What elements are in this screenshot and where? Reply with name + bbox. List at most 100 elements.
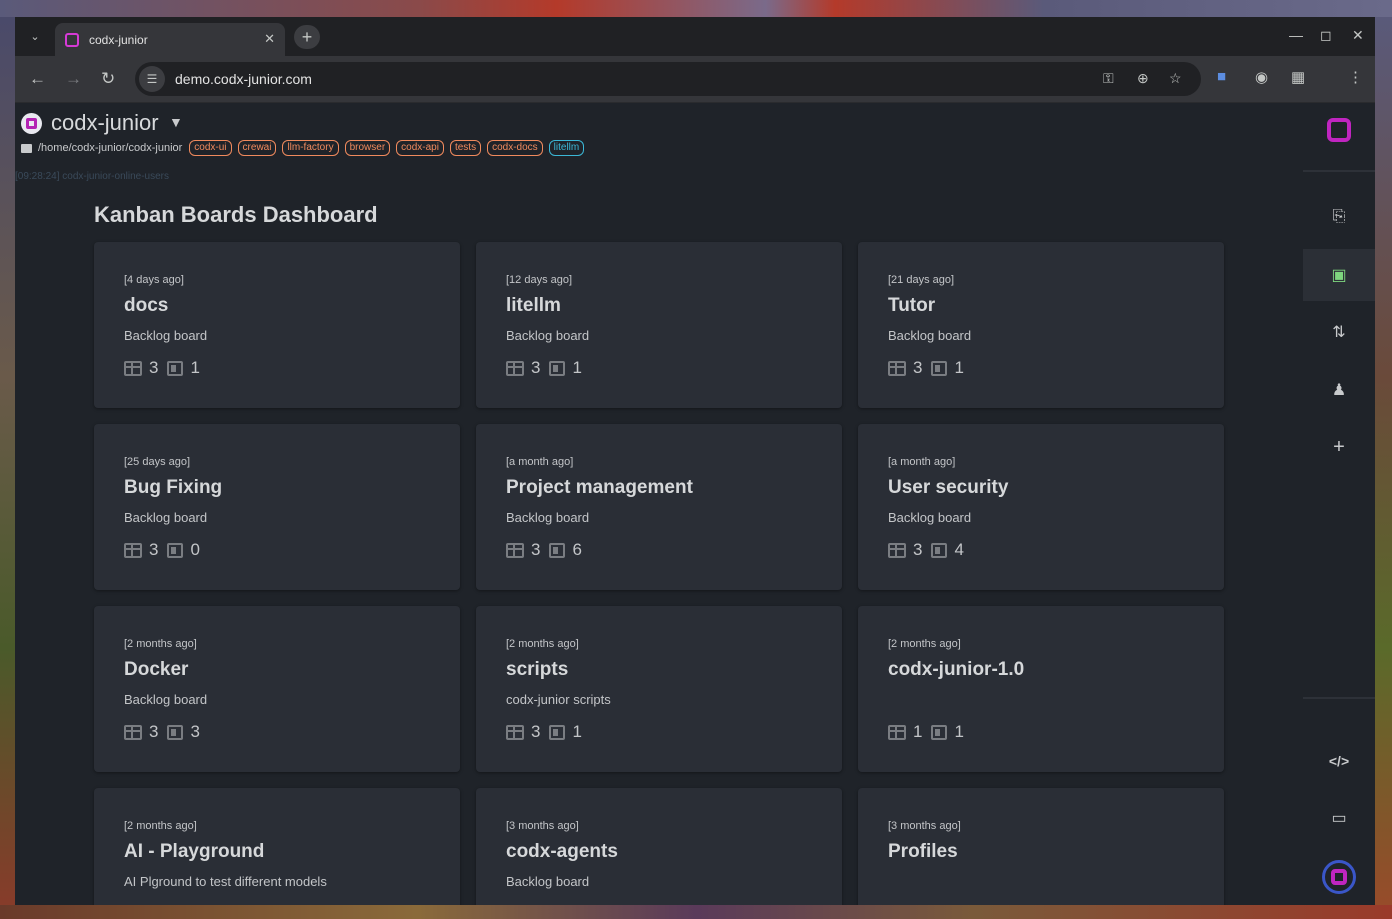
project-tag-info[interactable]: litellm bbox=[548, 140, 585, 156]
sidebar-item-add[interactable]: + bbox=[1303, 421, 1375, 473]
project-tag[interactable]: codx-docs bbox=[487, 140, 543, 156]
board-stats: 31 bbox=[124, 358, 209, 378]
app-logo-icon[interactable] bbox=[1327, 118, 1351, 142]
project-path[interactable]: /home/codx-junior/codx-junior bbox=[38, 142, 182, 154]
project-tag[interactable]: codx-api bbox=[396, 140, 444, 156]
column-count: 1 bbox=[913, 722, 923, 741]
chevron-down-icon[interactable]: ▼ bbox=[169, 114, 183, 130]
board-card[interactable]: [4 days ago] docs Backlog board 3 1 bbox=[94, 242, 460, 408]
project-path-row: /home/codx-junior/codx-junior codx-ui cr… bbox=[21, 140, 585, 156]
tasks-icon bbox=[549, 542, 566, 558]
task-count: 1 bbox=[954, 722, 964, 741]
sidebar-item-git[interactable]: ⇅ bbox=[1303, 306, 1375, 358]
columns-icon bbox=[124, 542, 142, 558]
board-title[interactable]: docs bbox=[124, 295, 168, 317]
column-count: 3 bbox=[913, 540, 923, 559]
desktop-wallpaper-bottom bbox=[0, 905, 1392, 919]
project-logo[interactable] bbox=[21, 113, 42, 134]
board-title[interactable]: scripts bbox=[506, 659, 568, 681]
board-title[interactable]: codx-agents bbox=[506, 841, 618, 863]
board-title[interactable]: AI - Playground bbox=[124, 841, 264, 863]
close-tab-icon[interactable]: ✕ bbox=[264, 31, 275, 47]
board-card[interactable]: [2 months ago] AI - Playground AI Plground… bbox=[94, 788, 460, 905]
bookmark-star-icon[interactable]: ☆ bbox=[1169, 70, 1182, 87]
task-count: 1 bbox=[572, 722, 582, 741]
board-card[interactable]: [12 days ago] litellm Backlog board 3 1 bbox=[476, 242, 842, 408]
monitor-icon: ▭ bbox=[1331, 810, 1347, 827]
board-date: [25 days ago] bbox=[124, 456, 191, 468]
board-card[interactable]: [a month ago] User security Backlog board 3… bbox=[858, 424, 1224, 590]
sidebar-item-kanban[interactable]: ▣ bbox=[1303, 249, 1375, 301]
board-card[interactable]: [21 days ago] Tutor Backlog board 3 1 bbox=[858, 242, 1224, 408]
board-card[interactable]: [2 months ago] codx-junior-1.0 1 1 bbox=[858, 606, 1224, 772]
sidebar-divider bbox=[1303, 170, 1375, 172]
board-stats: 31 bbox=[888, 358, 973, 378]
project-tag[interactable]: crewai bbox=[237, 140, 277, 156]
tab-search-icon[interactable]: ⌄ bbox=[25, 26, 45, 46]
translate-extension-icon[interactable]: ■ bbox=[1217, 68, 1226, 85]
sidebar-item-users[interactable]: ♟ bbox=[1303, 364, 1375, 416]
board-title[interactable]: litellm bbox=[506, 295, 561, 317]
sidebar-item-monitor[interactable]: ▭ bbox=[1303, 792, 1375, 844]
project-name[interactable]: codx-junior bbox=[51, 110, 159, 136]
board-title[interactable]: Project management bbox=[506, 477, 693, 499]
tasks-icon bbox=[549, 360, 566, 376]
app-page: codx-junior ▼ /home/codx-junior/codx-jun… bbox=[15, 103, 1375, 905]
columns-icon bbox=[888, 724, 906, 740]
zoom-icon[interactable]: ⊕ bbox=[1137, 70, 1149, 87]
menu-kebab-icon[interactable]: ⋮ bbox=[1348, 68, 1363, 86]
board-stats: 31 bbox=[506, 358, 591, 378]
board-title[interactable]: User security bbox=[888, 477, 1008, 499]
minimize-icon[interactable]: — bbox=[1289, 27, 1303, 43]
board-description: Backlog board bbox=[124, 328, 208, 343]
project-tag[interactable]: browser bbox=[344, 140, 391, 156]
back-icon[interactable]: ← bbox=[29, 69, 46, 89]
board-description: Backlog board bbox=[888, 510, 972, 525]
board-card[interactable]: [2 months ago] scripts codx-junior scripts… bbox=[476, 606, 842, 772]
desktop-wallpaper-left bbox=[0, 17, 15, 919]
task-count: 0 bbox=[190, 540, 200, 559]
columns-icon bbox=[506, 542, 524, 558]
maximize-icon[interactable]: ◻ bbox=[1320, 27, 1332, 44]
board-title[interactable]: codx-junior-1.0 bbox=[888, 659, 1024, 681]
board-date: [a month ago] bbox=[506, 456, 574, 468]
tasks-icon bbox=[167, 360, 184, 376]
forward-icon[interactable]: → bbox=[65, 69, 82, 89]
board-card[interactable]: [3 months ago] codx-agents Backlog board bbox=[476, 788, 842, 905]
kanban-icon: ▣ bbox=[1331, 267, 1347, 284]
board-title[interactable]: Bug Fixing bbox=[124, 477, 222, 499]
board-title[interactable]: Tutor bbox=[888, 295, 935, 317]
extension-icon[interactable]: ◉ bbox=[1255, 68, 1268, 86]
tasks-icon bbox=[167, 542, 184, 558]
board-card[interactable]: [2 months ago] Docker Backlog board 3 3 bbox=[94, 606, 460, 772]
new-tab-button[interactable]: + bbox=[294, 25, 320, 49]
board-title[interactable]: Profiles bbox=[888, 841, 958, 863]
board-description: Backlog board bbox=[506, 874, 590, 889]
code-icon: </> bbox=[1328, 753, 1350, 769]
board-date: [4 days ago] bbox=[124, 274, 184, 286]
columns-icon bbox=[124, 360, 142, 376]
close-window-icon[interactable]: ✕ bbox=[1352, 27, 1364, 44]
sidebar-item-code[interactable]: </> bbox=[1303, 735, 1375, 787]
favicon-icon bbox=[65, 32, 79, 47]
site-info-icon[interactable]: ☰ bbox=[139, 66, 165, 92]
project-tag[interactable]: llm-factory bbox=[282, 140, 339, 156]
task-count: 3 bbox=[190, 722, 200, 741]
puzzle-icon[interactable]: ▦ bbox=[1291, 68, 1305, 86]
address-bar[interactable]: ☰ demo.codx-junior.com ⚿ ⊕ ☆ bbox=[135, 62, 1201, 96]
board-title[interactable]: Docker bbox=[124, 659, 188, 681]
project-tag[interactable]: codx-ui bbox=[189, 140, 232, 156]
board-card[interactable]: [25 days ago] Bug Fixing Backlog board 3 0 bbox=[94, 424, 460, 590]
browser-tab[interactable]: codx-junior ✕ bbox=[55, 23, 285, 56]
columns-icon bbox=[888, 360, 906, 376]
avatar[interactable] bbox=[1322, 860, 1356, 894]
reload-icon[interactable]: ↻ bbox=[101, 69, 115, 89]
sidebar-item-wiki[interactable]: ⎘ bbox=[1303, 191, 1375, 243]
key-icon[interactable]: ⚿ bbox=[1103, 70, 1114, 87]
board-card[interactable]: [a month ago] Project management Backlog b… bbox=[476, 424, 842, 590]
project-tag[interactable]: tests bbox=[449, 140, 482, 156]
board-card[interactable]: [3 months ago] Profiles bbox=[858, 788, 1224, 905]
tasks-icon bbox=[167, 724, 184, 740]
desktop-wallpaper-top bbox=[0, 0, 1392, 17]
column-count: 3 bbox=[531, 722, 541, 741]
